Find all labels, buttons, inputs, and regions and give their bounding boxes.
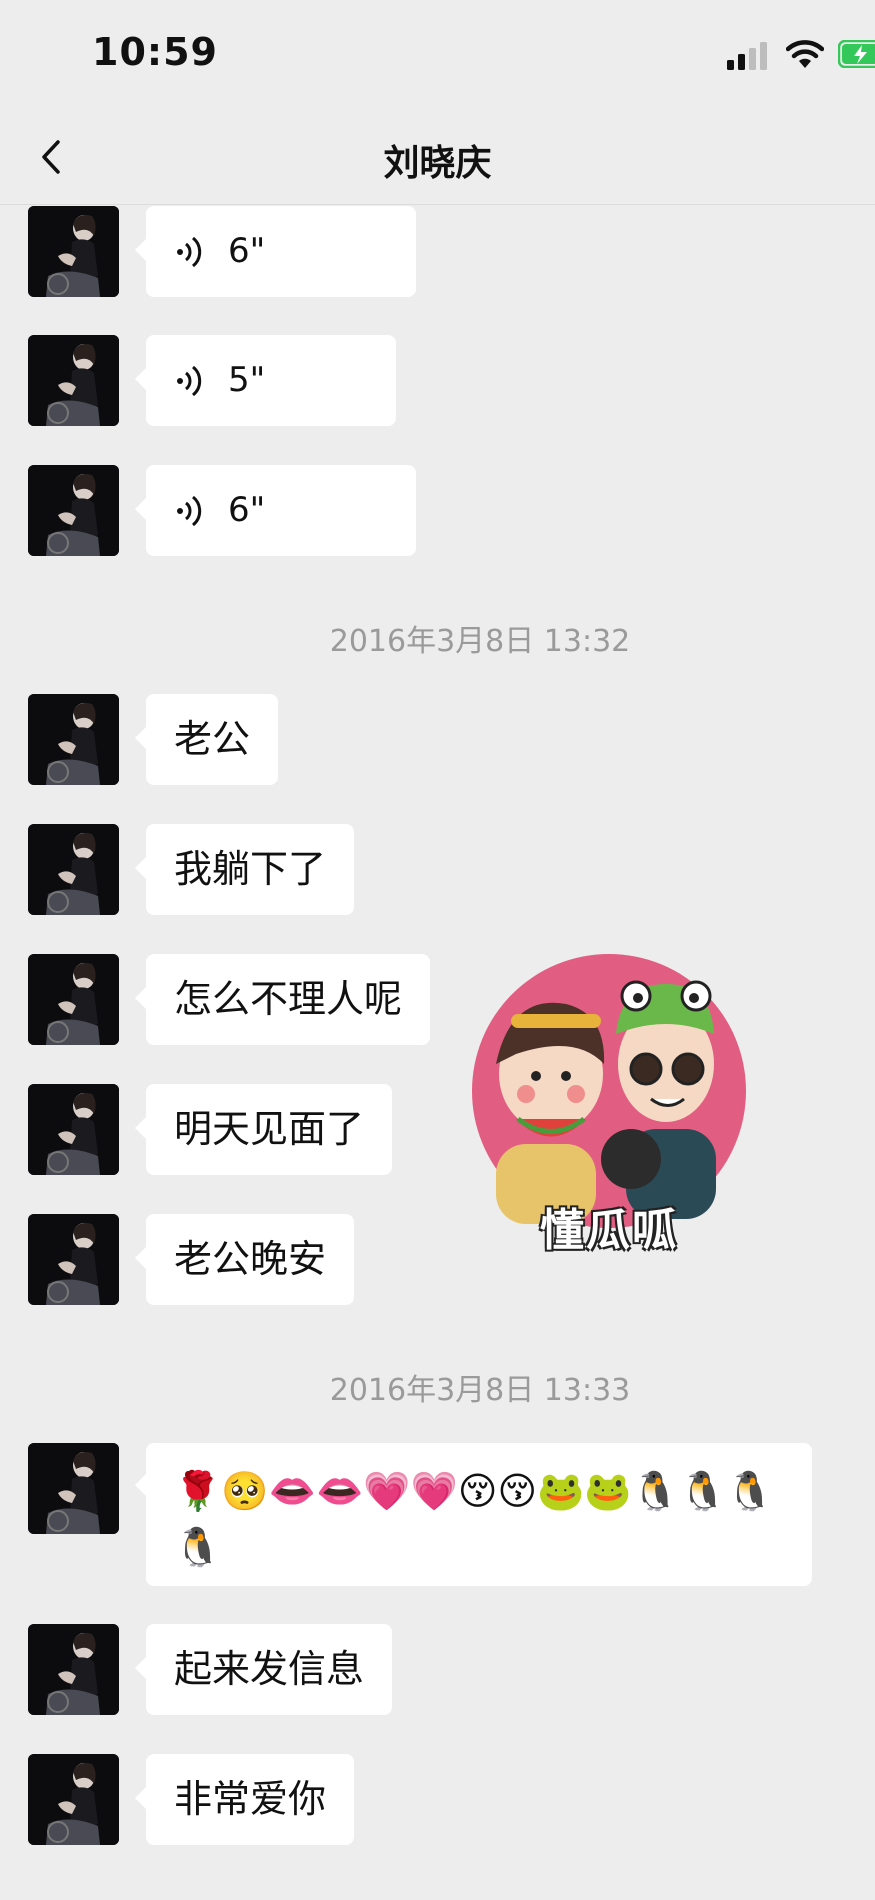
- text-message-bubble[interactable]: 老公: [134, 694, 279, 785]
- emoji-message-bubble[interactable]: 🌹🥺👄👄💗💗😚😚🐸🐸🐧🐧🐧🐧: [135, 1443, 812, 1586]
- wifi-icon: [786, 40, 824, 68]
- avatar[interactable]: [28, 1214, 119, 1305]
- status-time: 10:59: [92, 30, 218, 74]
- avatar[interactable]: [28, 465, 119, 556]
- text-message-bubble[interactable]: 起来发信息: [134, 1624, 393, 1715]
- battery-charging-icon: [838, 40, 875, 68]
- avatar[interactable]: [28, 1754, 119, 1845]
- avatar[interactable]: [28, 954, 119, 1045]
- avatar[interactable]: [28, 206, 119, 297]
- avatar[interactable]: [28, 1084, 119, 1175]
- avatar[interactable]: [28, 824, 119, 915]
- voice-wave-icon: [177, 495, 202, 526]
- chat-title: 刘晓庆: [383, 143, 492, 184]
- voice-message-bubble[interactable]: 5": [135, 335, 396, 426]
- voice-wave-icon: [177, 365, 202, 396]
- voice-duration: 6": [228, 490, 266, 530]
- cellular-signal-icon: [727, 42, 767, 70]
- cartoon-couple-logo: [472, 954, 746, 1228]
- text-message-bubble[interactable]: 怎么不理人呢: [134, 954, 431, 1045]
- chat-header: 刘晓庆: [0, 110, 875, 205]
- avatar[interactable]: [28, 1443, 119, 1534]
- voice-message-bubble[interactable]: 6": [135, 465, 416, 556]
- status-bar: 10:59: [0, 0, 875, 110]
- avatar[interactable]: [28, 1624, 119, 1715]
- text-message-bubble[interactable]: 老公晚安: [134, 1214, 355, 1305]
- avatar[interactable]: [28, 335, 119, 426]
- message-timestamp: 2016年3月8日 13:32: [329, 624, 631, 659]
- voice-duration: 5": [228, 360, 266, 400]
- text-message-bubble[interactable]: 明天见面了: [134, 1084, 393, 1175]
- watermark-sticker: 懂瓜呱: [456, 954, 762, 1256]
- voice-message-bubble[interactable]: 6": [135, 206, 416, 297]
- message-timestamp: 2016年3月8日 13:33: [329, 1373, 631, 1408]
- emoji-message-text: 🌹🥺👄👄💗💗😚😚🐸🐸🐧🐧🐧🐧: [174, 1469, 774, 1569]
- text-message-bubble[interactable]: 非常爱你: [134, 1754, 355, 1845]
- watermark-label: 懂瓜呱: [540, 1205, 678, 1256]
- text-message-bubble[interactable]: 我躺下了: [134, 824, 355, 915]
- voice-wave-icon: [177, 236, 202, 267]
- avatar[interactable]: [28, 694, 119, 785]
- voice-duration: 6": [228, 231, 266, 271]
